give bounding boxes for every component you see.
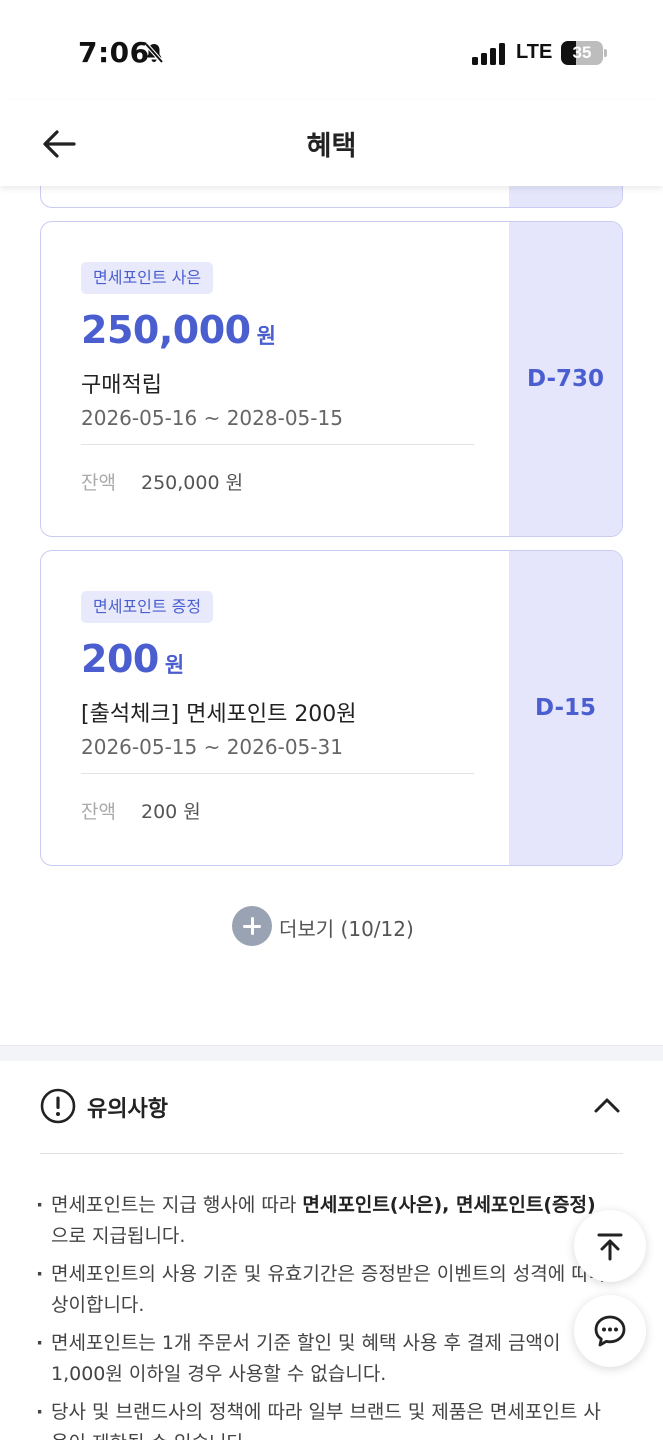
notice-item: 면세포인트는 1개 주문서 기준 할인 및 혜택 사용 후 결제 금액이 1,0… xyxy=(34,1328,609,1390)
page-title: 혜택 xyxy=(306,131,357,162)
battery-icon: 35 xyxy=(561,41,607,65)
status-time: 7:06 xyxy=(78,36,150,69)
divider xyxy=(81,444,474,445)
load-more-label: 더보기 (10/12) xyxy=(279,917,414,941)
coupon-card[interactable]: 면세포인트 사은 250,000 원 구매적립 2026-05-16 ~ 2028… xyxy=(40,221,623,537)
battery-level: 35 xyxy=(572,43,592,62)
scroll-to-top-button[interactable] xyxy=(574,1210,646,1282)
divider xyxy=(81,773,474,774)
notice-list: 면세포인트는 지급 행사에 따라 면세포인트(사은), 면세포인트(증정)으로 … xyxy=(34,1190,609,1440)
notice-item: 당사 및 브랜드사의 정책에 따라 일부 브랜드 및 제품은 면세포인트 사용이… xyxy=(34,1397,609,1440)
bell-muted-icon xyxy=(144,42,164,64)
chat-bubble-icon xyxy=(594,1315,626,1347)
balance-value: 250,000 원 xyxy=(141,472,244,494)
coupon-period: 2026-05-15 ~ 2026-05-31 xyxy=(81,735,343,759)
network-type: LTE xyxy=(516,41,553,63)
dday-label: D-730 xyxy=(526,366,605,392)
coupon-amount: 250,000 원 xyxy=(81,308,276,352)
coupon-name: [출석체크] 면세포인트 200원 xyxy=(81,702,357,727)
chat-button[interactable] xyxy=(574,1295,646,1367)
status-bar: 7:06 LTE 35 xyxy=(0,0,663,100)
coupon-card[interactable]: 면세포인트 증정 200 원 [출석체크] 면세포인트 200원 2026-05-… xyxy=(40,550,623,866)
coupon-name: 구매적립 xyxy=(81,373,162,398)
divider xyxy=(40,1153,623,1154)
balance-value: 200 원 xyxy=(141,801,201,823)
balance-label: 잔액 xyxy=(81,801,116,823)
balance-label: 잔액 xyxy=(81,472,116,494)
section-separator xyxy=(0,1045,663,1061)
notice-header[interactable]: 유의사항 xyxy=(40,1086,623,1126)
app-header: 혜택 xyxy=(0,100,663,186)
coupon-type-badge: 면세포인트 사은 xyxy=(81,262,214,294)
cellular-signal-icon xyxy=(472,43,505,65)
coupon-dday-stub: D-730 xyxy=(504,222,622,536)
dday-label: D-15 xyxy=(534,695,597,721)
coupon-type-badge: 면세포인트 증정 xyxy=(81,591,214,623)
arrow-up-icon xyxy=(597,1233,623,1261)
exclamation-circle-icon xyxy=(40,1088,76,1124)
chevron-up-icon[interactable] xyxy=(591,1090,623,1122)
notice-item: 면세포인트의 사용 기준 및 유효기간은 증정받은 이벤트의 성격에 따라 상이… xyxy=(34,1259,609,1321)
coupon-period: 2026-05-16 ~ 2028-05-15 xyxy=(81,406,343,430)
notice-item: 면세포인트는 지급 행사에 따라 면세포인트(사은), 면세포인트(증정)으로 … xyxy=(34,1190,609,1252)
coupon-amount: 200 원 xyxy=(81,637,184,681)
plus-icon xyxy=(232,906,272,946)
notice-title: 유의사항 xyxy=(87,1097,168,1122)
coupon-dday-stub: D-15 xyxy=(504,551,622,865)
